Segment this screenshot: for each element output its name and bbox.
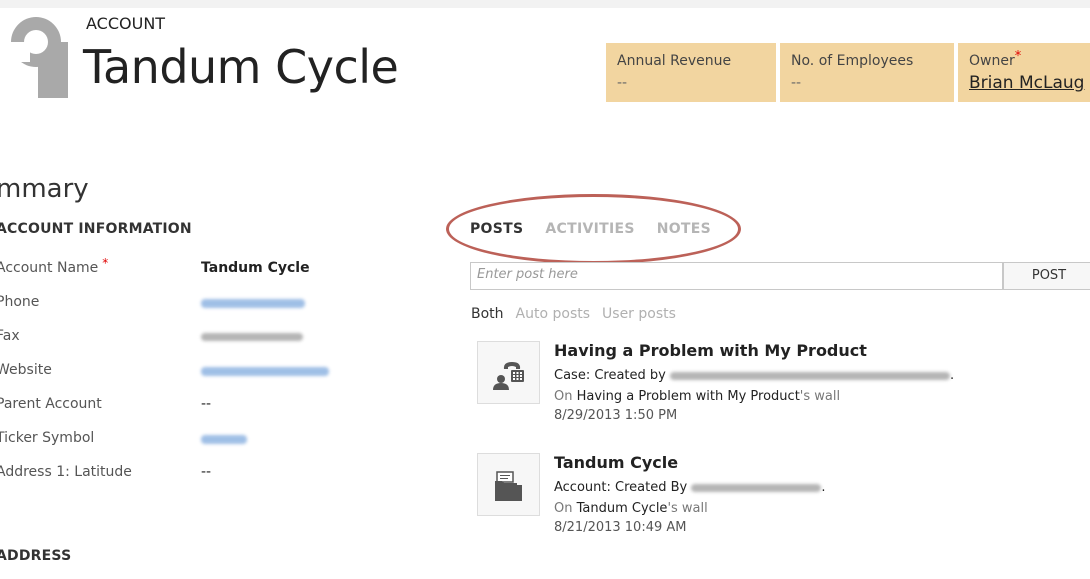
summary-section-title: mmary [0,174,89,204]
top-bar [0,0,1090,8]
account-name-value[interactable]: Tandum Cycle [201,260,310,276]
field-row-parent-account: Parent Account -- [0,396,420,418]
feed-created-suffix: . [950,368,955,383]
feed-created-by-redacted [670,371,950,380]
feed-created-line: Account: Created By . [554,480,825,495]
tab-posts[interactable]: POSTS [470,221,523,237]
phone-label: Phone [0,294,40,310]
feed-wall-suffix: 's wall [799,389,841,404]
tab-activities[interactable]: ACTIVITIES [545,221,634,237]
employees-value: -- [791,75,802,91]
feed-wall-line: On Having a Problem with My Product's wa… [554,389,954,404]
owner-tile[interactable]: Owner* Brian McLaug [958,43,1090,102]
filter-auto-posts[interactable]: Auto posts [516,306,590,322]
feed-created-by-redacted [691,483,822,492]
owner-required-mark: * [1014,49,1022,64]
feed-created-prefix: Account: Created By [554,480,688,495]
parent-account-value[interactable]: -- [201,396,211,412]
feed-wall-prefix: On [554,501,573,516]
ticker-symbol-value[interactable] [201,430,247,448]
account-name-label-row: Account Name * [0,256,108,276]
parent-account-label: Parent Account [0,396,102,412]
feed-wall-suffix: 's wall [667,501,708,516]
feed-title[interactable]: Having a Problem with My Product [554,341,954,360]
employees-label: No. of Employees [791,53,914,69]
employees-tile[interactable]: No. of Employees -- [780,43,954,102]
annual-revenue-label: Annual Revenue [617,53,732,69]
filter-both[interactable]: Both [471,306,504,322]
latitude-value[interactable]: -- [201,464,211,480]
tab-notes[interactable]: NOTES [657,221,711,237]
account-information-header: ACCOUNT INFORMATION [0,221,192,237]
phone-value[interactable] [201,294,305,312]
address-header: ADDRESS [0,548,72,564]
feed-timestamp: 8/29/2013 1:50 PM [554,408,678,423]
case-phone-icon[interactable] [477,341,540,404]
account-folder-icon[interactable] [477,453,540,516]
website-value[interactable] [201,362,329,380]
field-row-account-name: Account Name * Tandum Cycle [0,256,420,282]
annual-revenue-tile[interactable]: Annual Revenue -- [606,43,776,102]
feed-title[interactable]: Tandum Cycle [554,453,825,472]
ticker-redacted [201,435,247,444]
account-name-label: Account Name [0,260,99,276]
feed-created-prefix: Case: Created by [554,368,666,383]
annual-revenue-value: -- [617,75,628,91]
website-redacted [201,367,329,376]
website-label: Website [0,362,52,378]
post-button[interactable]: POST [1003,262,1090,290]
field-row-website: Website [0,362,420,384]
header-tiles: Annual Revenue -- No. of Employees -- Ow… [606,43,1090,102]
feed-wall-line: On Tandum Cycle's wall [554,501,825,516]
feed-created-line: Case: Created by . [554,368,954,383]
feed-wall-prefix: On [554,389,573,404]
activity-tabs: POSTS ACTIVITIES NOTES [470,221,711,237]
feed-wall-name[interactable]: Having a Problem with My Product [577,389,800,404]
fax-redacted [201,333,303,341]
feed-body: Having a Problem with My Product Case: C… [554,341,954,423]
fax-value[interactable] [201,328,303,345]
account-name-required-mark: * [102,256,109,270]
post-input[interactable]: Enter post here [470,262,1003,290]
fax-label: Fax [0,328,20,344]
feed-timestamp: 8/21/2013 10:49 AM [554,520,687,535]
entity-type-label: ACCOUNT [86,14,166,33]
latitude-label: Address 1: Latitude [0,464,132,480]
field-row-phone: Phone [0,294,420,316]
post-filters: Both Auto posts User posts [471,306,676,322]
phone-redacted [201,299,305,308]
filter-user-posts[interactable]: User posts [602,306,676,322]
owner-label-row: Owner* [969,49,1088,69]
feed-created-suffix: . [821,480,826,495]
feed-wall-name[interactable]: Tandum Cycle [577,501,668,516]
owner-link[interactable]: Brian McLaug [969,73,1088,93]
field-row-fax: Fax [0,328,420,350]
field-row-latitude: Address 1: Latitude -- [0,464,420,486]
record-name-title: Tandum Cycle [83,40,399,94]
ticker-symbol-label: Ticker Symbol [0,430,95,446]
field-row-ticker-symbol: Ticker Symbol [0,430,420,452]
feed-body: Tandum Cycle Account: Created By . On Ta… [554,453,825,535]
account-avatar-icon[interactable] [8,12,70,98]
owner-label: Owner [969,53,1015,69]
